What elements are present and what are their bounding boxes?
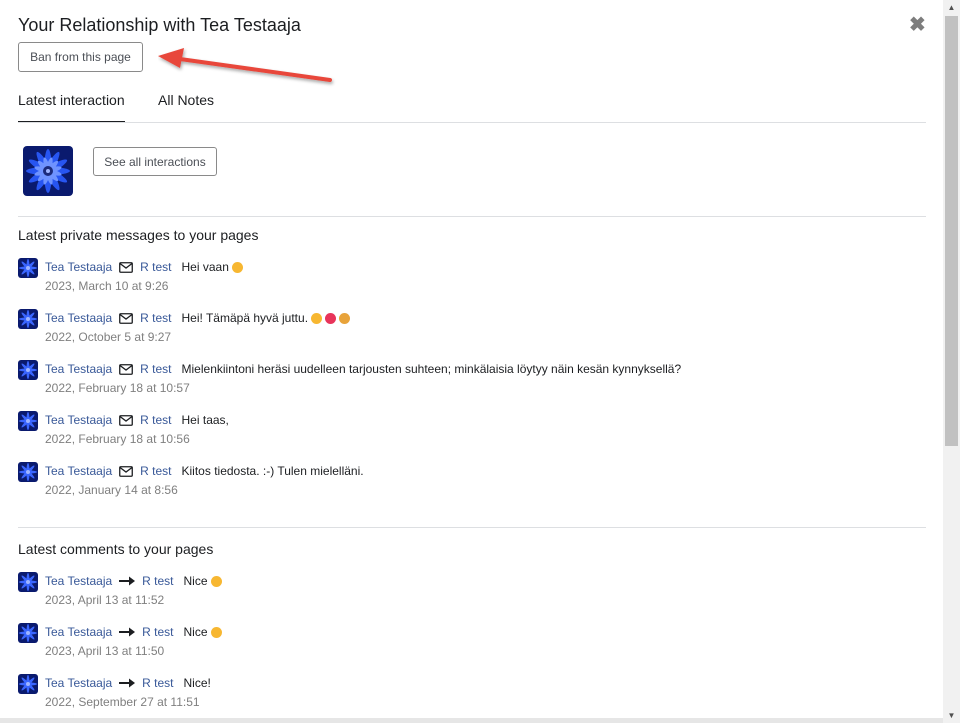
avatar[interactable] [18, 411, 38, 431]
divider [18, 216, 926, 217]
page-link[interactable]: R test [140, 413, 171, 427]
sender-link[interactable]: Tea Testaaja [45, 413, 112, 427]
page-link[interactable]: R test [140, 260, 171, 274]
timestamp: 2022, October 5 at 9:27 [45, 330, 172, 344]
tab-all-notes[interactable]: All Notes [158, 92, 214, 108]
timestamp: 2022, September 27 at 11:51 [45, 695, 200, 709]
timestamp: 2023, April 13 at 11:50 [45, 644, 165, 658]
envelope-icon [119, 465, 134, 477]
item-line: Tea Testaaja R test Hei taas, [45, 412, 229, 428]
page-link[interactable]: R test [140, 464, 171, 478]
avatar[interactable] [18, 462, 38, 482]
list-item: Tea Testaaja R test Kiitos tiedosta. :-) T… [18, 462, 926, 502]
ban-button[interactable]: Ban from this page [18, 42, 143, 72]
list-item: Tea Testaaja R test Nice! 2022, September 2… [18, 674, 926, 714]
emoji-icon [311, 312, 323, 324]
see-all-interactions-button[interactable]: See all interactions [93, 147, 217, 176]
envelope-icon [119, 414, 134, 426]
item-line: Tea Testaaja R test Nice [45, 624, 222, 640]
avatar[interactable] [18, 674, 38, 694]
arrow-right-icon [119, 627, 136, 637]
tab-bar: Latest interaction All Notes [18, 90, 926, 123]
list-item: Tea Testaaja R test Nice 2023, April 13 at … [18, 623, 926, 663]
list-item: Tea Testaaja R test Hei! Tämäpä hyvä juttu… [18, 309, 926, 349]
sender-link[interactable]: Tea Testaaja [45, 464, 112, 478]
list-item: Tea Testaaja R test Hei vaan 2023, March 10… [18, 258, 926, 298]
page-link[interactable]: R test [142, 625, 173, 639]
page-link[interactable]: R test [140, 362, 171, 376]
page-link[interactable]: R test [142, 676, 173, 690]
scroll-down-icon[interactable]: ▼ [943, 708, 960, 723]
timestamp: 2023, April 13 at 11:52 [45, 593, 165, 607]
sender-link[interactable]: Tea Testaaja [45, 260, 112, 274]
close-icon[interactable]: ✖ [909, 15, 927, 35]
message-text: Nice [183, 625, 208, 639]
messages-section-title: Latest private messages to your pages [18, 227, 259, 243]
envelope-icon [119, 261, 134, 273]
avatar[interactable] [18, 309, 38, 329]
scroll-thumb[interactable] [945, 16, 958, 446]
avatar[interactable] [18, 360, 38, 380]
avatar[interactable] [18, 623, 38, 643]
message-text: Hei taas, [181, 413, 229, 427]
message-text: Mielenkiintoni heräsi uudelleen tarjoust… [181, 362, 682, 376]
emoji-icon [210, 575, 222, 587]
message-text: Hei! Tämäpä hyvä juttu. [181, 311, 309, 325]
avatar[interactable] [18, 572, 38, 592]
timestamp: 2022, February 18 at 10:56 [45, 432, 190, 446]
envelope-icon [119, 312, 134, 324]
timestamp: 2022, February 18 at 10:57 [45, 381, 190, 395]
emoji-icon [210, 626, 222, 638]
relationship-modal: Your Relationship with Tea Testaaja ✖ Ba… [0, 0, 943, 723]
scrollbar[interactable]: ▲ ▼ [943, 0, 960, 723]
item-line: Tea Testaaja R test Kiitos tiedosta. :-) T… [45, 463, 364, 479]
sender-link[interactable]: Tea Testaaja [45, 311, 112, 325]
message-text: Nice [183, 574, 208, 588]
scroll-up-icon[interactable]: ▲ [943, 0, 960, 15]
message-text: Kiitos tiedosta. :-) Tulen mielelläni. [181, 464, 364, 478]
item-line: Tea Testaaja R test Nice! [45, 675, 211, 691]
bottom-edge [0, 718, 943, 723]
comments-section-title: Latest comments to your pages [18, 541, 214, 557]
message-text: Nice! [183, 676, 211, 690]
list-item: Tea Testaaja R test Mielenkiintoni heräsi … [18, 360, 926, 400]
sender-link[interactable]: Tea Testaaja [45, 676, 112, 690]
timestamp: 2023, March 10 at 9:26 [45, 279, 169, 293]
emoji-icon [339, 312, 351, 324]
item-line: Tea Testaaja R test Hei vaan [45, 259, 243, 275]
page-link[interactable]: R test [142, 574, 173, 588]
item-line: Tea Testaaja R test Mielenkiintoni heräsi … [45, 361, 681, 377]
divider [18, 527, 926, 528]
list-item: Tea Testaaja R test Hei taas, 2022, Februar… [18, 411, 926, 451]
tab-latest-interaction[interactable]: Latest interaction [18, 92, 125, 122]
arrow-right-icon [119, 576, 136, 586]
avatar[interactable] [18, 258, 38, 278]
sender-link[interactable]: Tea Testaaja [45, 574, 112, 588]
item-line: Tea Testaaja R test Hei! Tämäpä hyvä juttu… [45, 310, 351, 326]
timestamp: 2022, January 14 at 8:56 [45, 483, 178, 497]
sender-link[interactable]: Tea Testaaja [45, 625, 112, 639]
avatar[interactable] [23, 146, 73, 196]
item-line: Tea Testaaja R test Nice [45, 573, 222, 589]
emoji-icon [231, 261, 243, 273]
list-item: Tea Testaaja R test Nice 2023, April 13 at … [18, 572, 926, 612]
modal-title: Your Relationship with Tea Testaaja [18, 15, 301, 35]
emoji-icon [325, 312, 337, 324]
sender-link[interactable]: Tea Testaaja [45, 362, 112, 376]
envelope-icon [119, 363, 134, 375]
page-link[interactable]: R test [140, 311, 171, 325]
arrow-right-icon [119, 678, 136, 688]
message-text: Hei vaan [181, 260, 229, 274]
annotation-arrow-icon [158, 48, 332, 82]
